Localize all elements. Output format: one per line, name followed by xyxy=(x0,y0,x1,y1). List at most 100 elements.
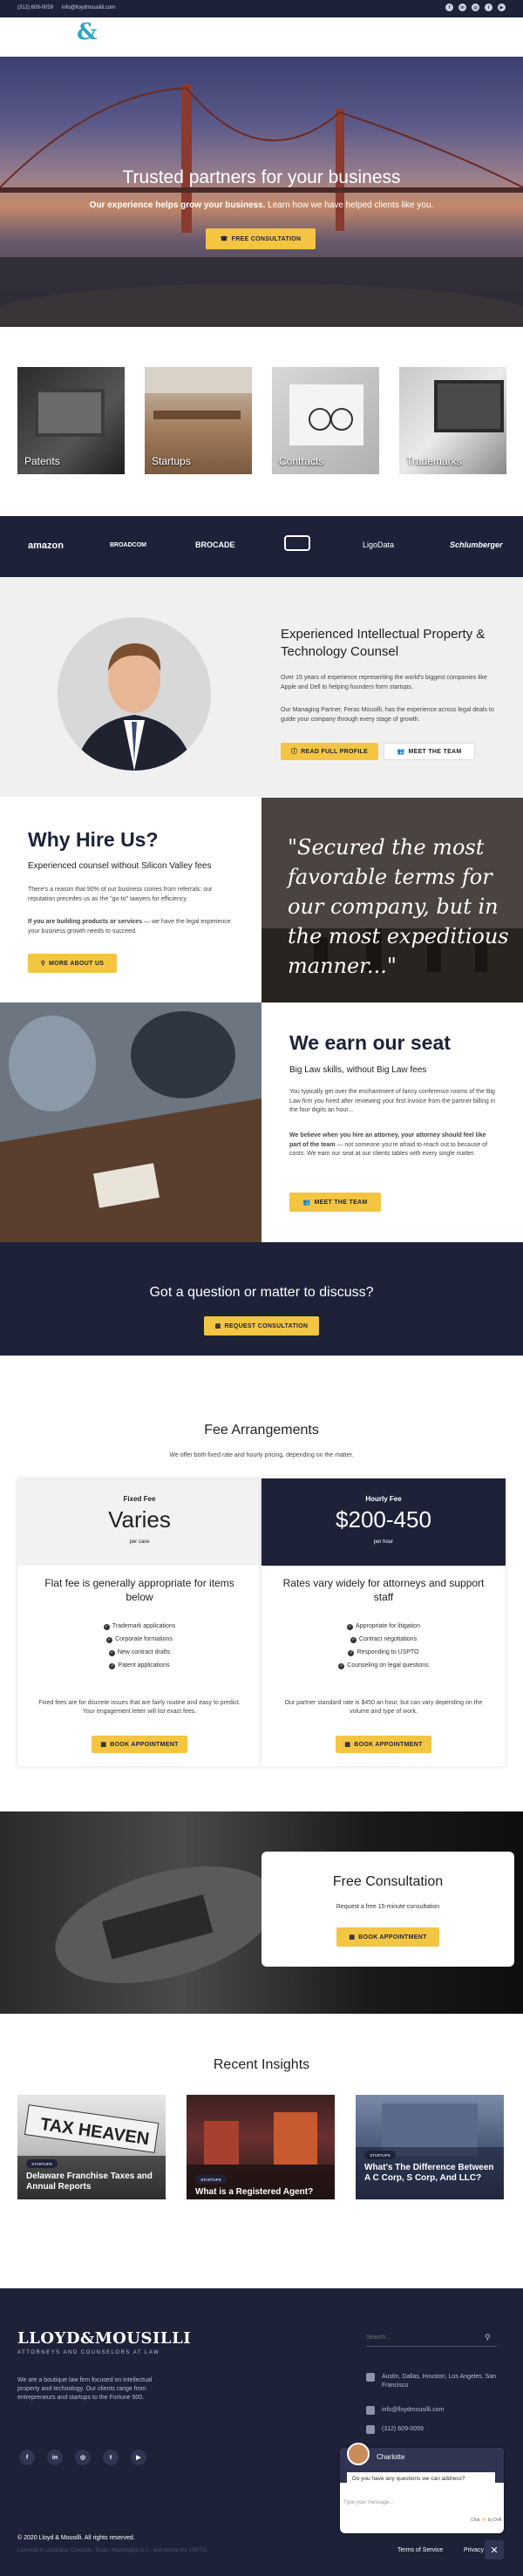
why-hire-paragraph-2: If you are building products or services… xyxy=(28,919,231,935)
insight-title[interactable]: What is a Registered Agent? xyxy=(195,2187,326,2198)
list-item: ✓ Patent applications xyxy=(109,1662,170,1669)
youtube-icon[interactable]: ▶ xyxy=(498,3,506,11)
client-logo-ligodata: LigoData xyxy=(363,540,395,549)
earn-seat-paragraph-1: You typically get over the enchantment o… xyxy=(289,1089,496,1113)
hero-title: Trusted partners for your business xyxy=(122,167,401,187)
insight-image xyxy=(356,2104,504,2199)
fee-card-description: Fixed fees are for discrete issues that … xyxy=(38,1700,241,1715)
check-icon: ✓ xyxy=(338,1663,345,1669)
chat-avatar xyxy=(347,2443,370,2465)
youtube-icon[interactable]: ▶ xyxy=(131,2450,146,2465)
phone-icon: ☎ xyxy=(220,236,228,242)
why-hire-title: Why Hire Us? xyxy=(28,828,159,851)
facebook-icon[interactable]: f xyxy=(445,3,453,11)
practice-tile-trademarks[interactable]: Trademarks xyxy=(399,367,506,474)
practice-tile-contracts[interactable]: Contracts xyxy=(272,367,379,474)
recent-insights-title: Recent Insights xyxy=(213,2057,310,2072)
check-icon: ✓ xyxy=(106,1637,113,1643)
chat-message: Do you have any questions we can address… xyxy=(347,2472,495,2486)
location-icon xyxy=(366,2373,375,2382)
terms-link[interactable]: Terms of Service xyxy=(397,2547,443,2553)
privacy-link[interactable]: Privacy xyxy=(464,2547,484,2553)
email-link[interactable]: info@lloydmousilli.com xyxy=(62,5,115,10)
free-consultation-button[interactable]: ☎ FREE CONSULTATION xyxy=(206,228,316,249)
fee-card-header: Fixed Fee Varies per case xyxy=(17,1478,262,1566)
phone-link[interactable]: (312) 609-0059 xyxy=(17,5,53,10)
fee-card-fixed: Fixed Fee Varies per case Flat fee is ge… xyxy=(17,1478,262,1766)
fee-arrangements-subtitle: We offer both fixed rate and hourly pric… xyxy=(169,1452,354,1458)
practice-tile-startups[interactable]: Startups xyxy=(145,367,252,474)
footer-tagline: ATTORNEYS AND COUNSELORS AT LAW xyxy=(17,2350,160,2355)
book-appointment-button[interactable]: ▦ BOOK APPOINTMENT xyxy=(336,1736,431,1753)
counsel-paragraph-1: Over 15 years of experience representing… xyxy=(281,675,487,690)
fee-card-list: ✓ Trademark applications ✓ Corporate forma… xyxy=(17,1620,262,1672)
consultation-title: Free Consultation xyxy=(332,1874,444,1889)
earn-seat-title: We earn our seat xyxy=(289,1031,451,1054)
list-item: ✓ New contract drafts xyxy=(108,1649,171,1656)
earn-seat-subtitle: Big Law skills, without Big Law fees xyxy=(289,1065,427,1075)
footer-logo[interactable]: LLOYD&MOUSILLI xyxy=(17,2329,191,2348)
fee-card-heading: Rates vary widely for attorneys and supp… xyxy=(282,1577,485,1603)
meeting-image xyxy=(0,1003,262,1242)
fee-arrangements-title: Fee Arrangements xyxy=(204,1423,319,1438)
footer-phone[interactable]: (312) 609-0059 xyxy=(366,2425,424,2434)
copyright: © 2020 Lloyd & Mousilli. All rights rese… xyxy=(17,2535,135,2541)
insight-card[interactable]: TAX HEAVEN STARTUPS Delaware Franchise T… xyxy=(17,2095,166,2199)
list-item: ✓ Corporate formations xyxy=(106,1636,173,1643)
check-icon: ✓ xyxy=(347,1624,354,1630)
chat-input[interactable]: Type your message... xyxy=(343,2500,500,2511)
client-logos-band: amazon BROADCOM BROCADE LigoData Schlumb… xyxy=(0,516,523,577)
insight-card[interactable]: STARTUPS What's The Difference Between A… xyxy=(356,2095,504,2199)
info-icon: ⓘ xyxy=(290,749,298,755)
request-consultation-button[interactable]: ▦ REQUEST CONSULTATION xyxy=(204,1316,319,1336)
top-bar: (312) 609-0059 info@lloydmousilli.com f … xyxy=(0,0,523,17)
site-logo[interactable]: & xyxy=(77,19,97,45)
list-item: ✓ Counseling on legal questions xyxy=(338,1662,429,1669)
instagram-icon[interactable]: ◎ xyxy=(472,3,479,11)
consultation-subtitle: Request a free 15-minute consultation xyxy=(336,1904,440,1910)
client-logo-amazon: amazon xyxy=(28,540,64,551)
check-icon: ✓ xyxy=(348,1650,355,1656)
close-icon[interactable]: ✕ xyxy=(485,2540,504,2559)
phone-icon xyxy=(366,2425,375,2434)
linkedin-icon[interactable]: in xyxy=(47,2450,63,2465)
list-item: ✓ Appropriate for litigation xyxy=(347,1623,420,1630)
insight-title[interactable]: What's The Difference Between A C Corp, … xyxy=(364,2163,495,2184)
book-appointment-button[interactable]: ▦ BOOK APPOINTMENT xyxy=(92,1736,187,1753)
hero-subtitle: Our experience helps grow your business.… xyxy=(89,201,434,210)
book-appointment-button[interactable]: ▦ BOOK APPOINTMENT xyxy=(336,1927,439,1947)
search-icon: ⚲ xyxy=(40,961,46,967)
list-item: ✓ Contract negotiations xyxy=(350,1636,418,1643)
meet-the-team-button[interactable]: 👥 MEET THE TEAM xyxy=(384,743,475,760)
client-logo-brocade: BROCADE xyxy=(195,540,235,549)
footer-search-input[interactable] xyxy=(366,2329,497,2347)
check-icon: ✓ xyxy=(108,1650,115,1656)
more-about-us-button[interactable]: ⚲ MORE ABOUT US xyxy=(28,954,117,973)
email-icon xyxy=(366,2406,375,2415)
insight-card[interactable]: STARTUPS What is a Registered Agent? xyxy=(187,2095,335,2199)
search-icon[interactable]: ⚲ xyxy=(485,2333,491,2342)
footer-address: Austin, Dallas, Houston, Los Angeles, Sa… xyxy=(366,2373,506,2390)
calendar-icon: ▦ xyxy=(349,1934,356,1940)
client-quote: "Secured the most favorable terms for ou… xyxy=(288,835,509,978)
twitter-icon[interactable]: t xyxy=(485,3,492,11)
calendar-icon: ▦ xyxy=(344,1742,351,1748)
check-icon: ✓ xyxy=(350,1637,357,1643)
chat-powered-by[interactable]: Chat ⚡ by Drift xyxy=(471,2518,501,2523)
facebook-icon[interactable]: f xyxy=(19,2450,35,2465)
attorney-portrait xyxy=(58,617,211,771)
footer-email[interactable]: info@lloydmousilli.com xyxy=(366,2406,444,2415)
instagram-icon[interactable]: ◎ xyxy=(75,2450,91,2465)
practice-tile-patents[interactable]: Patents xyxy=(17,367,125,474)
earn-seat-paragraph-2: We believe when you hire an attorney, yo… xyxy=(289,1132,488,1157)
read-full-profile-button[interactable]: ⓘ READ FULL PROFILE xyxy=(281,743,378,760)
insight-title[interactable]: Delaware Franchise Taxes and Annual Repo… xyxy=(26,2172,157,2192)
team-icon: 👥 xyxy=(302,1200,311,1206)
meet-the-team-button-2[interactable]: 👥 MEET THE TEAM xyxy=(289,1193,381,1212)
bridge-image xyxy=(0,85,523,327)
list-item: ✓ Responding to USPTO xyxy=(348,1649,419,1656)
counsel-title: Experienced Intellectual Property & Tech… xyxy=(281,627,486,659)
twitter-icon[interactable]: t xyxy=(103,2450,119,2465)
hero-section: Trusted partners for your business Our e… xyxy=(0,57,523,327)
linkedin-icon[interactable]: in xyxy=(458,3,466,11)
